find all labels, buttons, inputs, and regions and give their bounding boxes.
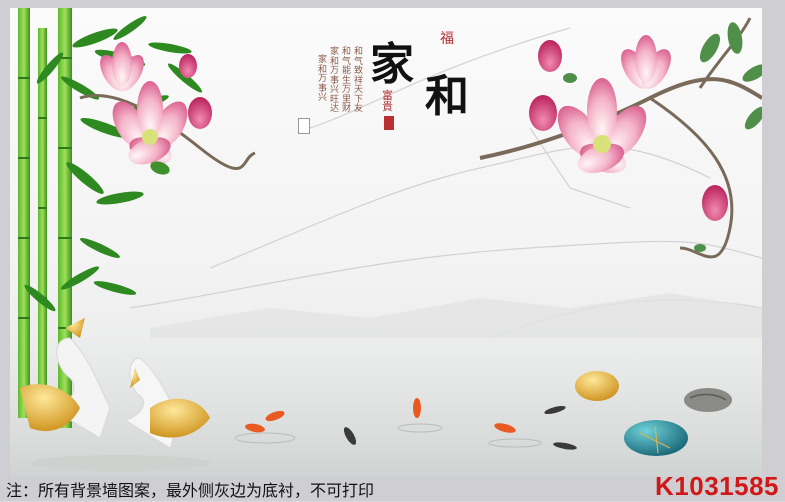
- poem-column-3: 家和万事兴旺达: [330, 47, 340, 114]
- magnolia-left: [79, 42, 256, 175]
- printing-note: 注：所有背景墙图案，最外侧灰边为底衬，不可打印: [6, 481, 375, 500]
- small-seal-left: [298, 118, 310, 134]
- calligraphy-char-1: 家: [370, 39, 414, 90]
- mural-artwork: 家 和 家和 福 富貴 和气致祥天下友 和气能生万里财 家和万事兴旺达 家和万事…: [10, 8, 762, 476]
- product-code: K1031585: [655, 471, 779, 501]
- fugui-seal-text: 富貴: [382, 89, 393, 113]
- red-seal-right: [384, 116, 394, 130]
- poem-column-1: 和气致祥天下友: [354, 47, 364, 114]
- fu-char: 福: [440, 31, 454, 47]
- poem-column-2: 和气能生万里财: [342, 47, 352, 114]
- poem-signature: 家和万事兴: [318, 55, 328, 103]
- calligraphy-char-2: 和: [425, 71, 469, 122]
- magnolia-right: [479, 17, 762, 259]
